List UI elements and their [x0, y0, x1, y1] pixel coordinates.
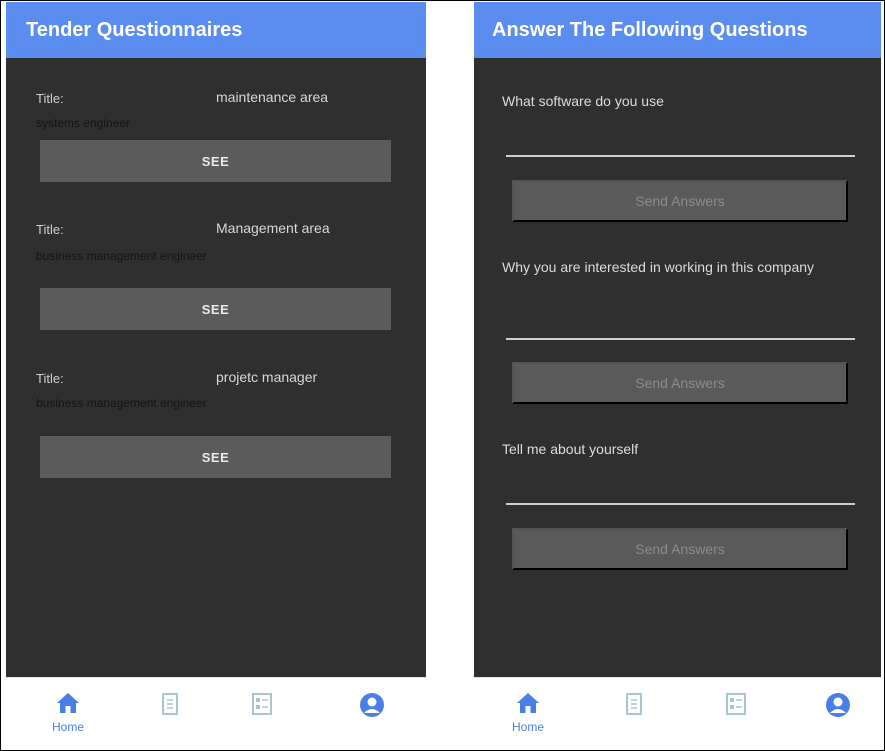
subtitle: business management engineer — [36, 249, 207, 263]
document-icon — [626, 693, 642, 715]
title-label: Title: — [36, 91, 64, 106]
title-value: maintenance area — [216, 89, 329, 105]
nav-home[interactable]: Home — [38, 692, 98, 734]
answer-field[interactable] — [506, 155, 855, 157]
page-title: Tender Questionnaires — [26, 18, 243, 41]
see-button[interactable]: SEE — [40, 288, 391, 330]
title-label: Title: — [36, 222, 64, 237]
questionnaire-list[interactable]: Title: maintenance area systems engineer… — [6, 60, 426, 678]
see-button[interactable]: SEE — [40, 436, 391, 478]
page-title: Answer The Following Questions — [492, 18, 808, 41]
document-icon — [162, 693, 178, 715]
account-circle-icon — [360, 693, 384, 717]
nav-home-label: Home — [51, 720, 84, 734]
nav-account[interactable] — [342, 692, 402, 723]
send-answers-button[interactable]: Send Answers — [512, 528, 848, 570]
answer-field[interactable] — [506, 338, 855, 340]
nav-documents[interactable] — [140, 692, 200, 721]
see-button[interactable]: SEE — [40, 140, 391, 182]
send-answers-button[interactable]: Send Answers — [512, 180, 848, 222]
checklist-icon — [252, 693, 272, 715]
bottom-nav: Home — [6, 677, 426, 748]
bottom-nav: Home — [474, 677, 881, 748]
questions-list[interactable]: What software do you use Send Answers Wh… — [474, 60, 881, 678]
tender-questionnaires-screen: Tender Questionnaires Title: maintenance… — [6, 2, 426, 748]
nav-account[interactable] — [808, 692, 868, 723]
nav-home[interactable]: Home — [498, 692, 558, 734]
home-icon — [57, 693, 79, 713]
title-value: projetc manager — [216, 369, 318, 385]
subtitle: business management engineer — [36, 396, 207, 410]
answer-questions-screen: Answer The Following Questions What soft… — [474, 2, 881, 748]
send-answers-button[interactable]: Send Answers — [512, 362, 848, 404]
subtitle: systems engineer — [36, 116, 131, 130]
question-text: Why you are interested in working in thi… — [502, 259, 815, 275]
nav-home-label: Home — [511, 720, 544, 734]
account-circle-icon — [826, 693, 850, 717]
checklist-icon — [726, 693, 746, 715]
nav-checklist[interactable] — [706, 692, 766, 721]
app-bar: Answer The Following Questions — [474, 2, 881, 58]
question-text: What software do you use — [502, 93, 664, 109]
home-icon — [517, 693, 539, 713]
question-text: Tell me about yourself — [502, 441, 639, 457]
app-bar: Tender Questionnaires — [6, 2, 426, 58]
nav-checklist[interactable] — [232, 692, 292, 721]
answer-field[interactable] — [506, 503, 855, 505]
nav-documents[interactable] — [604, 692, 664, 721]
title-value: Management area — [216, 220, 330, 236]
title-label: Title: — [36, 371, 64, 386]
